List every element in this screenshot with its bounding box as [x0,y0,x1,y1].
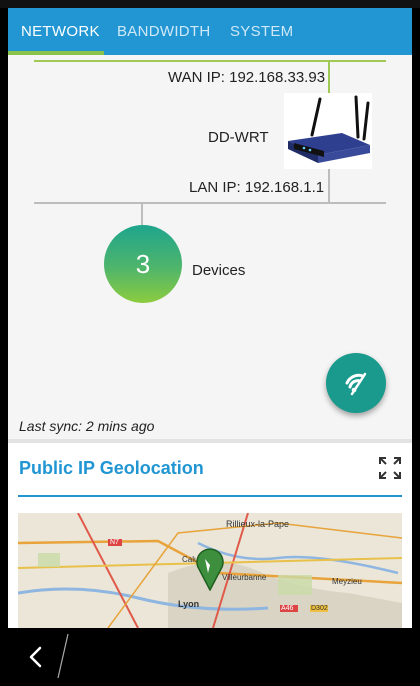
tab-bandwidth[interactable]: BANDWIDTH [117,8,211,55]
wifi-refresh-icon [345,372,367,396]
map-label: D302 [311,605,328,612]
geolocation-card: Public IP Geolocation Rillieux-la-Pape C… [8,443,412,628]
map-label: Villeurbanne [222,573,267,582]
map-label: Lyon [178,599,200,609]
wan-ip: WAN IP: 192.168.33.93 [168,69,326,86]
wan-connector [328,61,330,95]
router-name: DD-WRT [208,129,269,146]
map-label: N7 [110,539,119,546]
tab-system[interactable]: SYSTEM [230,8,293,55]
status-bar [0,0,420,8]
geolocation-map[interactable]: Rillieux-la-Pape Caluire Villeurbanne Me… [18,513,402,628]
geolocation-divider [18,495,402,497]
map-label: A46 [281,605,294,612]
nav-divider [57,633,69,679]
screen: NETWORK BANDWIDTH SYSTEM WAN IP: 192.168… [0,0,420,686]
tab-bar: NETWORK BANDWIDTH SYSTEM [8,8,412,55]
geolocation-title: Public IP Geolocation [19,458,204,478]
map-label: Meyzieu [332,577,362,586]
device-count[interactable]: 3 [104,225,182,303]
tab-network[interactable]: NETWORK [21,8,100,55]
refresh-fab[interactable] [326,353,386,413]
network-card: WAN IP: 192.168.33.93 DD-WRT LAN IP: 192… [8,55,412,439]
lan-ip: LAN IP: 192.168.1.1 [189,179,325,196]
devices-label: Devices [192,262,246,279]
router-image [284,93,372,169]
lan-line [34,202,386,204]
fullscreen-icon[interactable] [379,457,401,479]
content-area: WAN IP: 192.168.33.93 DD-WRT LAN IP: 192… [8,55,412,628]
back-icon[interactable] [26,644,46,670]
map-label: Rillieux-la-Pape [226,519,290,529]
lan-connector [328,169,330,203]
devices-connector [141,203,143,225]
map-pin-icon [196,548,224,591]
navigation-bar [0,628,420,686]
last-sync: Last sync: 2 mins ago [19,418,155,434]
wan-line [34,60,386,62]
